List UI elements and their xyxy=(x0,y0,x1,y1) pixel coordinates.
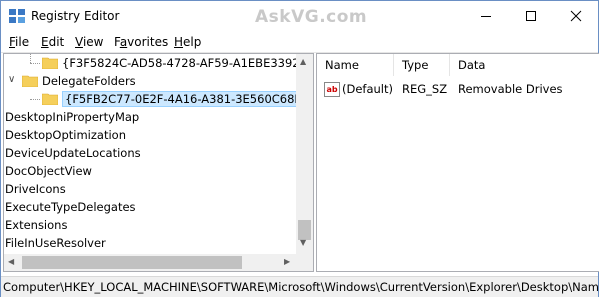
tree-item-label: Extensions xyxy=(5,218,68,232)
menu-bar: File Edit View Favorites Help xyxy=(1,32,598,52)
folder-open-icon xyxy=(22,75,38,87)
tree-item-selected[interactable]: {F5FB2C77-0E2F-4A16-A381-3E560C68BC83} xyxy=(42,90,313,108)
menu-view-accel: V xyxy=(75,35,83,49)
column-header-label: Data xyxy=(458,58,486,72)
menu-file[interactable]: File xyxy=(9,35,29,49)
close-icon xyxy=(570,10,582,22)
menu-edit[interactable]: Edit xyxy=(41,35,64,49)
tree-item[interactable]: ExecuteTypeDelegates xyxy=(5,198,136,216)
tree-item-label: DriveIcons xyxy=(5,182,66,196)
column-header-data[interactable]: Data xyxy=(450,54,599,76)
tree-item[interactable]: DeviceUpdateLocations xyxy=(5,144,141,162)
column-header-name[interactable]: Name xyxy=(317,54,394,76)
tree-item[interactable]: Extensions xyxy=(5,216,67,234)
menu-favorites-rest: vorites xyxy=(127,35,169,49)
scroll-up-arrow-icon[interactable]: ▲ xyxy=(300,57,306,66)
folder-icon xyxy=(42,57,58,69)
scroll-right-arrow-icon[interactable]: ▶ xyxy=(284,257,290,266)
maximize-button[interactable] xyxy=(509,1,553,31)
tree-item-label: {F5FB2C77-0E2F-4A16-A381-3E560C68BC83} xyxy=(62,91,313,107)
menu-help-rest: elp xyxy=(183,35,202,49)
registry-editor-window: Registry Editor AskVG.com File Edit View… xyxy=(0,0,599,297)
tree-item-label: {F3F5824C-AD58-4728-AF59-A1EBE3392799} xyxy=(62,56,314,70)
tree-item-label: DelegateFolders xyxy=(42,74,136,88)
string-value-icon: ab xyxy=(324,82,340,97)
menu-view[interactable]: View xyxy=(75,35,103,49)
close-button[interactable] xyxy=(554,1,598,31)
tree-item[interactable]: DriveIcons xyxy=(5,180,66,198)
maximize-icon xyxy=(526,11,536,21)
menu-help-accel: H xyxy=(174,35,184,49)
column-header-label: Name xyxy=(325,58,359,72)
tree-item-label: DesktopIniPropertyMap xyxy=(5,110,140,124)
column-header-type[interactable]: Type xyxy=(394,54,450,76)
registry-tree[interactable]: {F3F5824C-AD58-4728-AF59-A1EBE3392799} ∨… xyxy=(3,53,314,272)
tree-item-label: DeviceUpdateLocations xyxy=(5,146,141,160)
tree-item-label: DocObjectView xyxy=(5,164,92,178)
title-bar[interactable]: Registry Editor AskVG.com xyxy=(1,1,598,31)
tree-item[interactable]: DelegateFolders xyxy=(22,72,136,90)
scrollbar-thumb[interactable] xyxy=(298,220,311,240)
menu-edit-accel: E xyxy=(41,35,49,49)
scrollbar-thumb[interactable] xyxy=(22,256,242,269)
registry-editor-icon xyxy=(9,9,25,23)
watermark: AskVG.com xyxy=(255,7,368,27)
window-title: Registry Editor xyxy=(31,9,120,23)
tree-item[interactable]: FileInUseResolver xyxy=(5,234,106,252)
menu-view-rest: iew xyxy=(82,35,104,49)
scrollbar-corner xyxy=(296,254,313,271)
tree-item-label: ExecuteTypeDelegates xyxy=(5,200,136,214)
tree-connector xyxy=(30,99,40,100)
tree-item-label: DesktopOptimization xyxy=(5,128,126,142)
menu-help[interactable]: Help xyxy=(174,35,201,49)
minimize-icon xyxy=(481,16,491,17)
menu-favorites[interactable]: Favorites xyxy=(114,35,168,49)
chevron-down-icon[interactable]: ∨ xyxy=(8,74,15,85)
tree-connector xyxy=(30,54,31,63)
scroll-down-arrow-icon[interactable]: ▼ xyxy=(300,238,306,247)
value-row[interactable]: ab (Default) REG_SZ Removable Drives xyxy=(317,80,599,98)
registry-path: Computer\HKEY_LOCAL_MACHINE\SOFTWARE\Mic… xyxy=(3,280,599,294)
tree-horizontal-scrollbar[interactable]: ◀ ▶ xyxy=(4,254,296,271)
tree-connector xyxy=(30,63,40,64)
tree-item[interactable]: DesktopIniPropertyMap xyxy=(5,108,139,126)
value-data: Removable Drives xyxy=(458,82,563,96)
tree-item[interactable]: DocObjectView xyxy=(5,162,92,180)
folder-icon xyxy=(42,93,58,105)
minimize-button[interactable] xyxy=(464,1,508,31)
menu-edit-rest: dit xyxy=(48,35,65,49)
tree-item-label: FileInUseResolver xyxy=(5,236,106,250)
tree-item[interactable]: DesktopOptimization xyxy=(5,126,126,144)
column-header-label: Type xyxy=(402,58,429,72)
menu-file-rest: ile xyxy=(15,35,30,49)
values-list[interactable]: Name Type Data ab (Default) REG_SZ Remov… xyxy=(316,53,599,272)
value-type: REG_SZ xyxy=(402,82,448,96)
status-bar: Computer\HKEY_LOCAL_MACHINE\SOFTWARE\Mic… xyxy=(1,276,599,297)
tree-item[interactable]: {F3F5824C-AD58-4728-AF59-A1EBE3392799} xyxy=(42,54,314,72)
value-name: (Default) xyxy=(342,82,393,96)
scroll-left-arrow-icon[interactable]: ◀ xyxy=(8,257,14,266)
tree-vertical-scrollbar[interactable]: ▲ ▼ xyxy=(296,54,313,271)
